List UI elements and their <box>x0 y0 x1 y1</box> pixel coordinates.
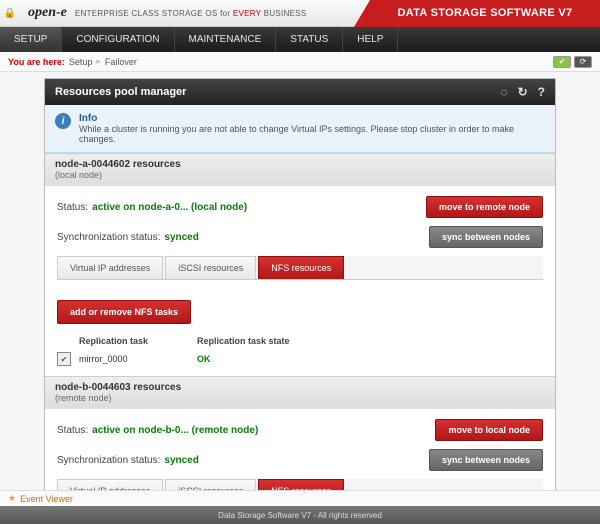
tab-virtual-ip-b[interactable]: Virtual IP addresses <box>57 479 163 490</box>
task-checkbox[interactable]: ✔ <box>57 352 71 366</box>
tagline: ENTERPRISE CLASS STORAGE OS for EVERY BU… <box>75 9 307 18</box>
breadcrumb: You are here: Setup ▸ Failover ✔ ⟳ <box>0 52 600 72</box>
tab-nfs-b[interactable]: NFS resources <box>258 479 344 490</box>
top-bar: 🔒 open-e ENTERPRISE CLASS STORAGE OS for… <box>0 0 600 27</box>
info-icon: i <box>55 113 71 129</box>
node-b-section: node-b-0044603 resources (remote node) S… <box>45 376 555 490</box>
node-a-sync-value: synced <box>164 232 198 243</box>
add-remove-nfs-a-button[interactable]: add or remove NFS tasks <box>57 300 191 324</box>
info-banner: i Info While a cluster is running you ar… <box>45 105 555 153</box>
status-sync-icon[interactable]: ⟳ <box>574 56 592 68</box>
node-b-title: node-b-0044603 resources <box>55 382 181 393</box>
tab-nfs-a[interactable]: NFS resources <box>258 256 344 279</box>
sync-nodes-b-button[interactable]: sync between nodes <box>429 449 543 471</box>
menu-maintenance[interactable]: MAINTENANCE <box>175 27 277 52</box>
tab-virtual-ip-a[interactable]: Virtual IP addresses <box>57 256 163 279</box>
node-a-status-value: active on node-a-0... (local node) <box>92 202 247 213</box>
task-state: OK <box>197 354 211 364</box>
menu-setup[interactable]: SETUP <box>0 27 62 52</box>
chevron-right-icon: ▸ <box>96 56 101 67</box>
panel-title: Resources pool manager <box>55 86 186 98</box>
brand-logo: open-e <box>20 5 75 21</box>
help-icon[interactable]: ? <box>538 85 545 99</box>
crumb-prefix: You are here: <box>8 57 65 67</box>
node-b-sub: (remote node) <box>55 393 112 403</box>
menu-status[interactable]: STATUS <box>276 27 343 52</box>
sync-nodes-a-button[interactable]: sync between nodes <box>429 226 543 248</box>
tab-iscsi-a[interactable]: iSCSI resources <box>165 256 256 279</box>
task-name: mirror_0000 <box>79 354 197 364</box>
node-a-status-label: Status: <box>57 202 88 213</box>
node-b-tabs: Virtual IP addresses iSCSI resources NFS… <box>57 479 543 490</box>
tagline-post: BUSINESS <box>261 9 306 18</box>
event-viewer-label: Event Viewer <box>20 494 73 504</box>
resources-pool-panel: Resources pool manager ◌ ↻ ? i Info Whil… <box>44 78 556 490</box>
lock-icon: 🔒 <box>0 8 20 19</box>
status-indicators: ✔ ⟳ <box>553 56 592 68</box>
node-a-sub: (local node) <box>55 170 102 180</box>
col-replication-state: Replication task state <box>197 336 290 346</box>
node-a-section: node-a-0044602 resources (local node) St… <box>45 153 555 376</box>
move-to-remote-button[interactable]: move to remote node <box>426 196 543 218</box>
main-menu: SETUP CONFIGURATION MAINTENANCE STATUS H… <box>0 27 600 52</box>
tagline-em: EVERY <box>233 9 261 18</box>
menu-configuration[interactable]: CONFIGURATION <box>62 27 174 52</box>
info-title: Info <box>79 113 97 124</box>
node-a-header: node-a-0044602 resources (local node) <box>45 154 555 186</box>
crumb-setup[interactable]: Setup <box>69 57 93 67</box>
main-content: Resources pool manager ◌ ↻ ? i Info Whil… <box>0 72 600 490</box>
refresh-icon[interactable]: ↻ <box>518 85 528 99</box>
node-a-tabs: Virtual IP addresses iSCSI resources NFS… <box>57 256 543 280</box>
product-banner: DATA STORAGE SOFTWARE V7 <box>370 0 600 27</box>
star-icon: ★ <box>8 493 16 504</box>
crumb-failover[interactable]: Failover <box>105 57 137 67</box>
table-row: ✔ mirror_0000 OK <box>57 352 543 366</box>
event-viewer-bar[interactable]: ★ Event Viewer <box>0 490 600 506</box>
node-a-title: node-a-0044602 resources <box>55 159 181 170</box>
info-text: While a cluster is running you are not a… <box>79 124 514 144</box>
node-b-sync-label: Synchronization status: <box>57 455 160 466</box>
node-b-status-label: Status: <box>57 425 88 436</box>
tagline-pre: ENTERPRISE CLASS STORAGE OS for <box>75 9 233 18</box>
tab-iscsi-b[interactable]: iSCSI resources <box>165 479 256 490</box>
menu-help[interactable]: HELP <box>343 27 398 52</box>
node-b-status-value: active on node-b-0... (remote node) <box>92 425 258 436</box>
col-replication-task: Replication task <box>57 336 197 346</box>
node-b-sync-value: synced <box>164 455 198 466</box>
loading-icon[interactable]: ◌ <box>500 85 507 99</box>
node-b-header: node-b-0044603 resources (remote node) <box>45 377 555 409</box>
move-to-local-button[interactable]: move to local node <box>435 419 543 441</box>
panel-header: Resources pool manager ◌ ↻ ? <box>45 79 555 105</box>
node-a-sync-label: Synchronization status: <box>57 232 160 243</box>
status-ok-icon[interactable]: ✔ <box>553 56 571 68</box>
